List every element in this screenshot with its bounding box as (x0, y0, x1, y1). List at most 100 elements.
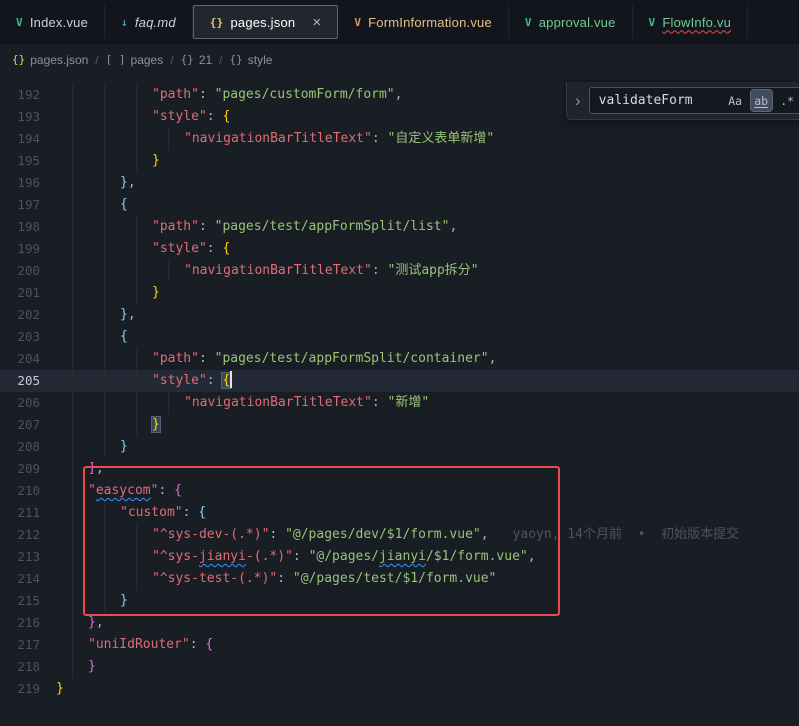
line-number[interactable]: 217 (0, 634, 56, 656)
code-line[interactable]: 201} (0, 282, 799, 304)
tab-FlowInfo.vu[interactable]: VFlowInfo.vu (633, 5, 749, 39)
code-token: { (174, 483, 182, 498)
code-line[interactable]: 203{ (0, 326, 799, 348)
tab-FormInformation.vue[interactable]: VFormInformation.vue (338, 5, 509, 39)
code-line[interactable]: 211"custom": { (0, 502, 799, 524)
symbol-object-icon: {} (181, 53, 194, 66)
code-token: { (222, 109, 230, 124)
code-line[interactable]: 205"style": { (0, 370, 799, 392)
line-number[interactable]: 205 (0, 370, 56, 392)
code-token: "pages/test/appFormSplit/list" (215, 219, 450, 234)
code-token: { (205, 637, 213, 652)
line-number[interactable]: 202 (0, 304, 56, 326)
code-line[interactable]: 197{ (0, 194, 799, 216)
code-token: , (96, 615, 104, 630)
line-number[interactable]: 214 (0, 568, 56, 590)
line-number[interactable]: 195 (0, 150, 56, 172)
line-number[interactable]: 208 (0, 436, 56, 458)
code-token: "pages/test/appFormSplit/container" (215, 351, 489, 366)
code-line-content: } (56, 590, 799, 612)
code-line[interactable]: 216}, (0, 612, 799, 634)
code-line[interactable]: 198"path": "pages/test/appFormSplit/list… (0, 216, 799, 238)
breadcrumb-separator: / (170, 53, 173, 67)
regex-toggle[interactable]: .* (777, 90, 798, 111)
line-number[interactable]: 213 (0, 546, 56, 568)
line-number[interactable]: 192 (0, 84, 56, 106)
tab-Index.vue[interactable]: VIndex.vue (0, 5, 105, 39)
line-number[interactable]: 216 (0, 612, 56, 634)
line-number[interactable]: 194 (0, 128, 56, 150)
line-number[interactable]: 215 (0, 590, 56, 612)
code-line[interactable]: 215} (0, 590, 799, 612)
code-line[interactable]: 213"^sys-jianyi-(.*)": "@/pages/jianyi/$… (0, 546, 799, 568)
line-number[interactable]: 199 (0, 238, 56, 260)
code-line[interactable]: 207} (0, 414, 799, 436)
code-line[interactable]: 208} (0, 436, 799, 458)
code-line[interactable]: 214"^sys-test-(.*)": "@/pages/test/$1/fo… (0, 568, 799, 590)
text-cursor (230, 371, 232, 388)
code-line[interactable]: 219} (0, 678, 799, 700)
code-line[interactable]: 217"uniIdRouter": { (0, 634, 799, 656)
tab-faq.md[interactable]: ↓faq.md (105, 5, 193, 39)
line-number[interactable]: 196 (0, 172, 56, 194)
code-line[interactable]: 196}, (0, 172, 799, 194)
line-number[interactable]: 204 (0, 348, 56, 370)
find-input-value: validateForm (599, 93, 720, 108)
code-line[interactable]: 209], (0, 458, 799, 480)
line-number[interactable]: 209 (0, 458, 56, 480)
code-line-content: { (56, 326, 799, 348)
whole-word-toggle[interactable]: ab (751, 90, 772, 111)
code-line[interactable]: 204"path": "pages/test/appFormSplit/cont… (0, 348, 799, 370)
line-number[interactable]: 203 (0, 326, 56, 348)
code-line[interactable]: 210"easycom": { (0, 480, 799, 502)
line-number[interactable]: 206 (0, 392, 56, 414)
line-number[interactable]: 198 (0, 216, 56, 238)
code-line[interactable]: 212"^sys-dev-(.*)": "@/pages/dev/$1/form… (0, 524, 799, 546)
toggle-replace-chevron-icon[interactable]: › (575, 92, 581, 109)
code-lines: 192"path": "pages/customForm/form",193"s… (0, 84, 799, 700)
code-line-content: } (56, 656, 799, 678)
breadcrumb-item-style[interactable]: {}style (230, 53, 273, 67)
code-line-content: "path": "pages/test/appFormSplit/contain… (56, 348, 799, 370)
match-case-toggle[interactable]: Aa (725, 90, 746, 111)
find-input[interactable]: validateForm Aaab.* (589, 87, 799, 114)
line-number[interactable]: 193 (0, 106, 56, 128)
code-token: : (199, 219, 215, 234)
tab-pages.json[interactable]: {}pages.json× (193, 5, 339, 39)
tab-label: faq.md (135, 15, 176, 30)
code-line[interactable]: 194"navigationBarTitleText": "自定义表单新增" (0, 128, 799, 150)
code-token: "^sys- (152, 549, 199, 564)
tab-approval.vue[interactable]: Vapproval.vue (509, 5, 633, 39)
code-line[interactable]: 206"navigationBarTitleText": "新增" (0, 392, 799, 414)
line-number[interactable]: 201 (0, 282, 56, 304)
code-token: : (372, 263, 388, 278)
code-line-content: } (56, 282, 799, 304)
breadcrumb-item-pages[interactable]: [ ]pages (106, 53, 164, 67)
breadcrumb-label: pages.json (30, 53, 88, 67)
line-number[interactable]: 197 (0, 194, 56, 216)
line-number[interactable]: 200 (0, 260, 56, 282)
code-line[interactable]: 218} (0, 656, 799, 678)
code-token: } (152, 153, 160, 168)
line-number[interactable]: 211 (0, 502, 56, 524)
breadcrumb: {}pages.json/[ ]pages/{}21/{}style (0, 44, 799, 75)
breadcrumb-item-pages.json[interactable]: {}pages.json (12, 53, 88, 67)
code-line[interactable]: 195} (0, 150, 799, 172)
line-number[interactable]: 212 (0, 524, 56, 546)
code-editor[interactable]: 192"path": "pages/customForm/form",193"s… (0, 76, 799, 726)
line-number[interactable]: 210 (0, 480, 56, 502)
line-number[interactable]: 219 (0, 678, 56, 700)
code-token: "navigationBarTitleText" (184, 263, 372, 278)
line-number[interactable]: 207 (0, 414, 56, 436)
breadcrumb-item-21[interactable]: {}21 (181, 53, 213, 67)
code-line[interactable]: 202}, (0, 304, 799, 326)
code-token: "path" (152, 87, 199, 102)
close-tab-icon[interactable]: × (312, 15, 321, 30)
code-line[interactable]: 200"navigationBarTitleText": "测试app拆分" (0, 260, 799, 282)
vue-icon: V (649, 16, 656, 29)
breadcrumb-label: pages (131, 53, 164, 67)
line-number[interactable]: 218 (0, 656, 56, 678)
code-token: : (372, 395, 388, 410)
code-line[interactable]: 199"style": { (0, 238, 799, 260)
code-token: } (120, 307, 128, 322)
